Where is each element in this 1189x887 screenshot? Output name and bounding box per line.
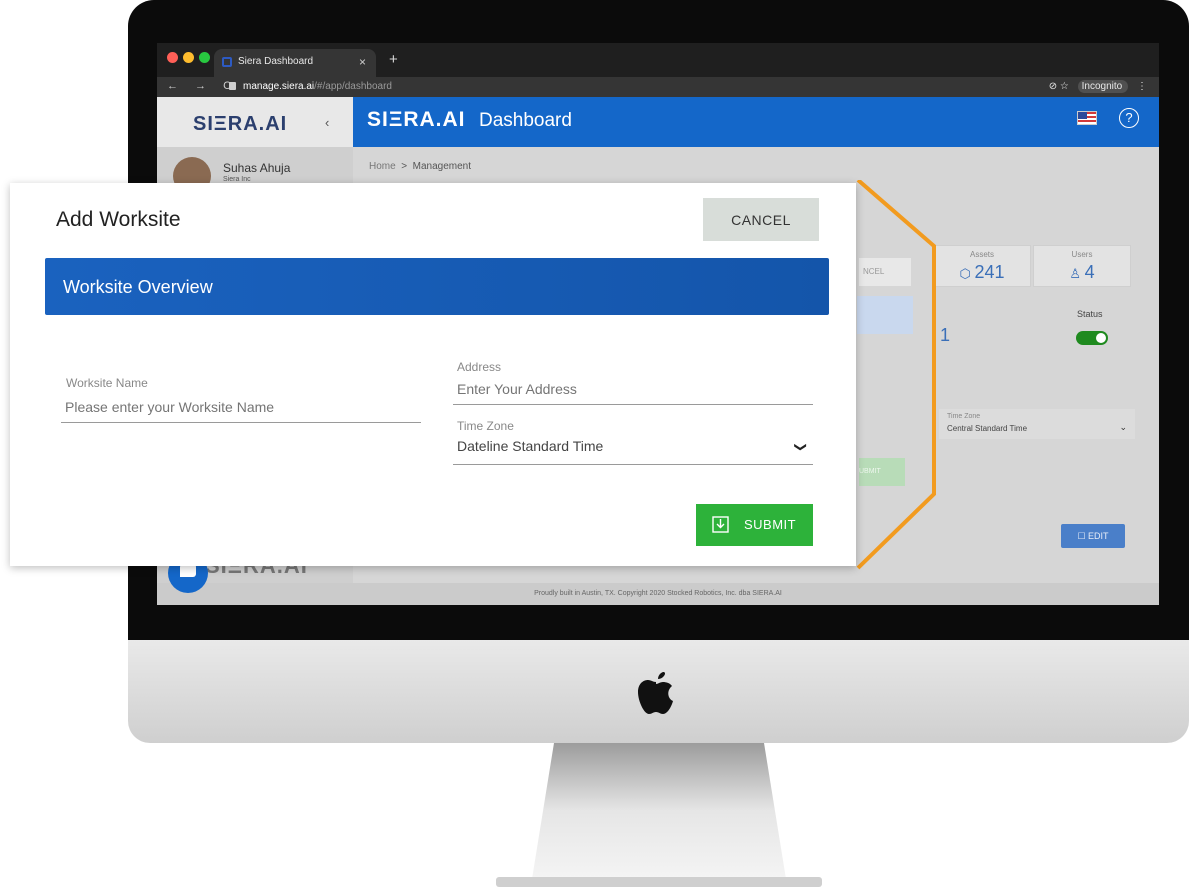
sidebar-logo: SIΞRA.AI bbox=[193, 113, 288, 135]
zoom-callout-frame bbox=[856, 180, 936, 570]
background-timezone-label: Time Zone bbox=[947, 413, 981, 420]
breadcrumb-home[interactable]: Home bbox=[369, 161, 396, 172]
browser-tabbar: Siera Dashboard × + bbox=[157, 43, 1159, 77]
device-mockup: Siera Dashboard × + ← → C manage.siera.a… bbox=[0, 0, 1189, 887]
edit-button[interactable]: ☐ EDIT bbox=[1061, 524, 1125, 548]
favicon-icon bbox=[222, 57, 232, 67]
sidebar-header: SIΞRA.AI ‹ bbox=[157, 97, 353, 147]
assets-label: Assets bbox=[969, 250, 994, 259]
url-field[interactable]: manage.siera.ai/#/app/dashboard bbox=[229, 79, 1029, 95]
footer: Proudly built in Austin, TX. Copyright 2… bbox=[157, 583, 1159, 605]
users-count: 4 bbox=[1084, 262, 1095, 282]
browser-menu-icon[interactable]: ⋮ bbox=[1137, 81, 1147, 92]
user-name: Suhas Ahuja bbox=[223, 161, 291, 175]
app-header: SIΞRA.AI Dashboard ? bbox=[353, 97, 1159, 147]
lock-icon bbox=[229, 82, 236, 90]
time-zone-select[interactable]: Dateline Standard Time bbox=[453, 438, 813, 465]
add-worksite-modal: Add Worksite CANCEL Worksite Overview Wo… bbox=[10, 183, 856, 566]
cube-icon: ⬡ bbox=[959, 266, 975, 281]
time-zone-value: Dateline Standard Time bbox=[457, 438, 604, 454]
maximize-window-icon[interactable] bbox=[199, 52, 210, 63]
status-toggle[interactable] bbox=[1076, 331, 1108, 345]
users-label: Users bbox=[1071, 250, 1093, 259]
edit-icon: ☐ bbox=[1077, 531, 1089, 541]
help-icon[interactable]: ? bbox=[1119, 108, 1139, 128]
browser-tab[interactable]: Siera Dashboard × bbox=[214, 49, 376, 77]
tab-close-icon[interactable]: × bbox=[359, 55, 366, 69]
status-label: Status bbox=[1077, 309, 1103, 319]
imac-stand bbox=[496, 743, 822, 887]
background-timezone-value: Central Standard Time bbox=[947, 424, 1028, 433]
users-stat: Users ♙ 4 bbox=[1033, 245, 1131, 287]
breadcrumb-current: Management bbox=[412, 161, 472, 172]
background-timezone-select: Time Zone Central Standard Time ⌄ bbox=[939, 409, 1135, 439]
collapse-sidebar-icon[interactable]: ‹ bbox=[325, 115, 329, 130]
url-host: manage.siera.ai bbox=[243, 81, 315, 92]
incognito-badge[interactable]: Incognito bbox=[1077, 80, 1129, 93]
assets-count: 241 bbox=[974, 262, 1005, 282]
chevron-down-icon: ❯ bbox=[794, 441, 809, 453]
worksite-name-label: Worksite Name bbox=[66, 376, 148, 390]
worksite-name-input[interactable] bbox=[61, 397, 421, 423]
section-title: Worksite Overview bbox=[63, 277, 213, 297]
address-input[interactable] bbox=[453, 380, 813, 405]
time-zone-label: Time Zone bbox=[457, 419, 514, 433]
submit-button[interactable]: SUBMIT bbox=[696, 504, 813, 546]
browser-right-icons: ⊘ ☆ Incognito ⋮ bbox=[1049, 80, 1147, 93]
users-value: ♙ 4 bbox=[1034, 262, 1130, 283]
navigation-icons[interactable]: ← → C bbox=[167, 80, 238, 92]
address-label: Address bbox=[457, 360, 502, 374]
assets-stat: Assets ⬡ 241 bbox=[933, 245, 1031, 287]
breadcrumb: Home > Management bbox=[369, 161, 471, 172]
apple-logo-icon bbox=[638, 672, 673, 714]
submit-label: SUBMIT bbox=[744, 517, 797, 532]
eye-slash-and-star-icons[interactable]: ⊘ ☆ bbox=[1049, 81, 1069, 92]
cancel-button[interactable]: CANCEL bbox=[703, 198, 819, 241]
user-org: Siera Inc bbox=[223, 176, 251, 183]
assets-value: ⬡ 241 bbox=[934, 262, 1030, 283]
user-icon: ♙ bbox=[1069, 266, 1085, 281]
breadcrumb-separator: > bbox=[401, 161, 408, 172]
tab-title: Siera Dashboard bbox=[238, 56, 314, 67]
us-flag-icon[interactable] bbox=[1077, 111, 1097, 125]
background-value-fragment: 1 bbox=[940, 325, 951, 345]
new-tab-button[interactable]: + bbox=[389, 51, 398, 68]
modal-title: Add Worksite bbox=[56, 208, 181, 231]
header-title: Dashboard bbox=[479, 110, 572, 131]
download-icon bbox=[712, 516, 729, 533]
header-logo: SIΞRA.AI bbox=[367, 108, 466, 131]
address-bar: ← → C manage.siera.ai/#/app/dashboard ⊘ … bbox=[157, 77, 1159, 97]
chevron-down-icon: ⌄ bbox=[1119, 422, 1127, 432]
incognito-label: Incognito bbox=[1081, 81, 1123, 92]
edit-label: EDIT bbox=[1088, 531, 1109, 541]
minimize-window-icon[interactable] bbox=[183, 52, 194, 63]
section-header: Worksite Overview bbox=[45, 258, 829, 315]
close-window-icon[interactable] bbox=[167, 52, 178, 63]
url-path: /#/app/dashboard bbox=[314, 81, 392, 92]
